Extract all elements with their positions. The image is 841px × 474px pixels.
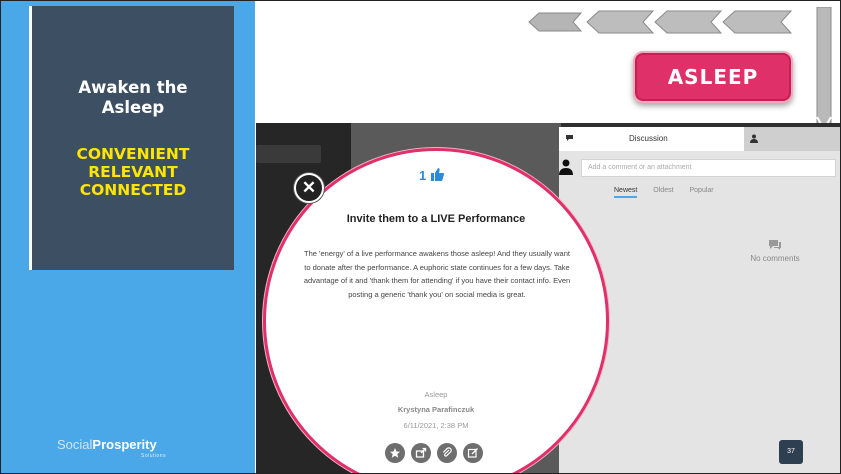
card-actions <box>385 443 495 465</box>
card-tag: Asleep <box>424 390 448 399</box>
no-comments-label: No comments <box>750 254 800 263</box>
star-icon <box>390 448 400 458</box>
close-button[interactable]: ✕ <box>294 173 324 203</box>
logo-part-1: Social <box>57 437 93 452</box>
filter-newest[interactable]: Newest <box>614 187 638 198</box>
like-count[interactable]: 1 <box>419 168 444 183</box>
share-icon <box>415 447 427 458</box>
card-date: 6/11/2021, 2:38 PM <box>403 421 469 430</box>
tab-people[interactable] <box>744 127 840 151</box>
comments-icon <box>769 240 781 250</box>
card-author: Krystyna Parafinczuk <box>397 405 475 414</box>
comment-filters: Newest Oldest Popular <box>614 187 728 198</box>
tab-discussion[interactable]: Discussion <box>559 127 744 151</box>
comment-input[interactable]: Add a comment or an attachment <box>581 159 836 177</box>
keyword-convenient: CONVENIENT <box>76 145 190 163</box>
chevron-arrows-icon <box>528 10 793 34</box>
tab-discussion-label: Discussion <box>629 134 668 143</box>
card-body: The 'energy' of a live performance awake… <box>303 249 571 299</box>
chat-bubble-icon <box>566 135 573 141</box>
dark-field <box>256 145 321 163</box>
edit-icon <box>467 448 478 458</box>
title-box: Awaken the Asleep CONVENIENT RELEVANT CO… <box>29 6 234 270</box>
thumbs-up-icon <box>430 168 444 181</box>
filter-popular[interactable]: Popular <box>689 187 713 194</box>
no-comments: No comments <box>735 239 815 263</box>
like-count-value: 1 <box>419 168 427 183</box>
discussion-header: Discussion <box>559 127 840 151</box>
keyword-connected: CONNECTED <box>79 181 187 199</box>
logo-part-2: Prosperity <box>92 437 157 452</box>
edit-button[interactable] <box>463 443 483 463</box>
attach-button[interactable] <box>437 443 457 463</box>
person-icon <box>750 134 758 143</box>
company-logo: SocialProsperity <box>57 437 157 452</box>
page-number: 37 <box>779 440 803 464</box>
paperclip-icon <box>442 447 452 457</box>
slide: Awaken the Asleep CONVENIENT RELEVANT CO… <box>0 0 841 474</box>
slide-title: Awaken the Asleep <box>78 78 188 117</box>
favorite-button[interactable] <box>385 443 405 463</box>
card-title: Invite them to a LIVE Performance <box>346 213 526 225</box>
filter-oldest[interactable]: Oldest <box>653 187 673 194</box>
left-panel: Awaken the Asleep CONVENIENT RELEVANT CO… <box>1 1 255 473</box>
logo-subtitle: Solutions <box>141 453 167 459</box>
share-button[interactable] <box>411 443 431 463</box>
keyword-relevant: RELEVANT <box>88 163 178 181</box>
asleep-badge: ASLEEP <box>633 51 793 103</box>
user-avatar-icon <box>559 159 573 175</box>
